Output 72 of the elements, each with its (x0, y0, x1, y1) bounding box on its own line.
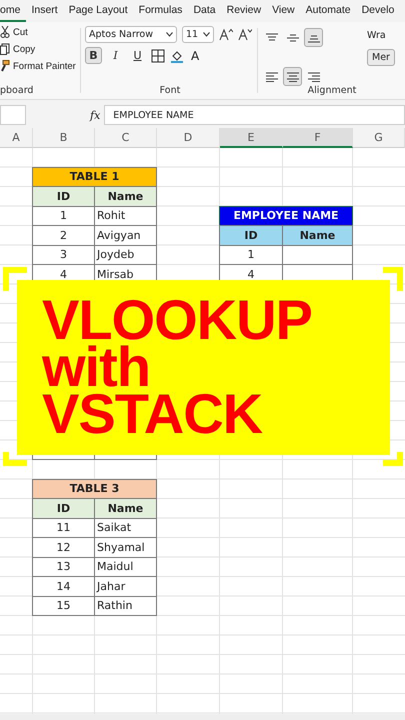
table-header: ID (32, 498, 95, 518)
corner-bracket-icon (3, 267, 27, 291)
align-bottom-icon (308, 32, 320, 42)
grow-font-icon[interactable] (219, 28, 233, 41)
ribbon-tab[interactable]: Review (221, 0, 267, 22)
corner-bracket-icon (3, 452, 27, 466)
table-cell: 15 (32, 596, 95, 616)
group-label: Alignment (306, 85, 358, 96)
column-header[interactable]: G (353, 128, 405, 148)
caret-icon (203, 32, 210, 37)
italic-button[interactable]: I (107, 47, 124, 64)
insert-function-button[interactable]: fx (90, 108, 100, 122)
align-center-icon (286, 72, 298, 82)
clipboard-button[interactable]: Cut (0, 26, 78, 38)
column-header[interactable]: D (157, 128, 220, 148)
table-title: TABLE 1 (32, 166, 157, 187)
align-left-icon (266, 72, 278, 82)
table-cell: Rathin (94, 596, 157, 616)
banner-title: VSTACK (42, 390, 262, 437)
corner-bracket-icon (383, 452, 403, 466)
ribbon-tab[interactable]: Automate (300, 0, 356, 22)
table-header: ID (32, 186, 95, 206)
font-color-button[interactable]: A (189, 48, 202, 62)
brush-icon (0, 60, 10, 72)
column-header[interactable]: A (0, 128, 33, 148)
table-cell: Shyamal (94, 537, 157, 558)
table-cell: 2 (32, 225, 95, 246)
banner-title: VLOOKUP (42, 296, 312, 343)
column-header[interactable]: F (283, 128, 353, 148)
table-cell: 12 (32, 537, 95, 558)
align-right-icon (308, 72, 320, 82)
align-button[interactable] (304, 28, 323, 47)
fill-color-icon[interactable] (170, 48, 184, 62)
ribbon-tab[interactable]: Insert (26, 0, 64, 22)
underline-button[interactable]: U (129, 47, 146, 64)
ribbon-tab[interactable]: Page Layout (63, 0, 134, 22)
font-size-field[interactable]: 11 (182, 26, 214, 43)
corner-bracket-icon (383, 267, 403, 291)
table-cell: Joydeb (94, 244, 157, 265)
table-title: TABLE 3 (32, 478, 157, 499)
wrap-text-button[interactable]: Wra (367, 30, 395, 41)
shrink-font-icon[interactable] (238, 28, 252, 41)
table-header: ID (219, 225, 283, 246)
caret-icon (166, 32, 173, 37)
table-cell: Avigyan (94, 225, 157, 246)
group-label: Font (158, 85, 182, 96)
column-header[interactable]: E (220, 128, 283, 148)
table-cell: Jahar (94, 576, 157, 596)
align-button[interactable] (283, 67, 302, 86)
bold-button[interactable]: B (85, 47, 102, 64)
formula-field[interactable]: EMPLOYEE NAME (104, 105, 405, 125)
group-label: pboard (0, 85, 34, 96)
table-cell: 14 (32, 576, 95, 596)
column-header[interactable]: B (33, 128, 95, 148)
table-header: Name (94, 498, 157, 518)
align-top-icon (266, 32, 278, 42)
font-name-field[interactable]: Aptos Narrow (85, 26, 177, 43)
scissors-icon (0, 26, 10, 38)
clipboard-button[interactable]: Format Painter (0, 60, 78, 72)
banner-title: with (42, 343, 150, 390)
clipboard-button[interactable]: Copy (0, 43, 78, 55)
ribbon-tab[interactable]: Formulas (133, 0, 188, 22)
column-header[interactable]: C (95, 128, 157, 148)
align-middle-icon (286, 32, 298, 42)
table-header: Name (94, 186, 157, 206)
merge-button[interactable]: Mer (367, 49, 395, 66)
ribbon-tab[interactable]: View (266, 0, 300, 22)
ribbon-tab[interactable]: Develo (356, 0, 400, 22)
table-title: EMPLOYEE NAME (219, 206, 353, 226)
table-header: Name (282, 225, 353, 246)
borders-icon[interactable] (151, 48, 165, 62)
ribbon-tab[interactable]: Data (188, 0, 222, 22)
